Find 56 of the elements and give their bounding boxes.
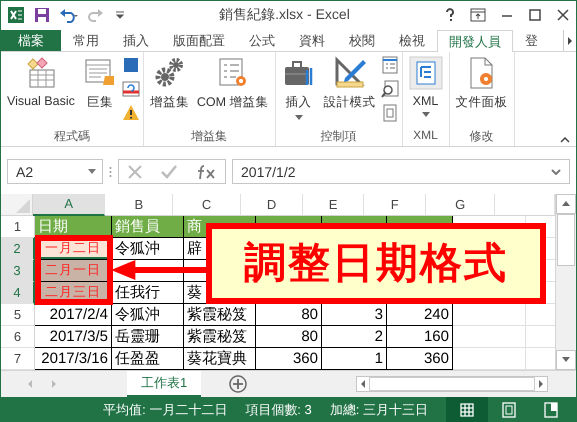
ribbon-button[interactable]: 巨集 [80, 54, 120, 114]
ribbon-button[interactable]: 增益集 [146, 54, 192, 114]
ribbon-tab[interactable]: 資料 [287, 30, 337, 52]
table-cell: 2017/3/5 [35, 326, 112, 348]
table-cell: 80 [256, 326, 322, 348]
status-text: 加總: 三月十三日 [330, 400, 428, 419]
column-header[interactable]: A [33, 194, 106, 216]
row-header[interactable]: 4 [1, 282, 35, 304]
group-label: 增益集 [190, 128, 228, 146]
table-cell: 令狐沖 [112, 304, 184, 326]
table-cell: 2 [322, 326, 387, 348]
table-cell: 160 [387, 326, 453, 348]
ribbon-tab[interactable]: 常用 [61, 30, 111, 52]
column-header[interactable]: D [240, 194, 304, 216]
table-cell: 2017/2/4 [35, 304, 112, 326]
row-header[interactable]: 6 [1, 326, 35, 348]
row-header[interactable]: 2 [1, 238, 35, 260]
row-header[interactable]: 5 [1, 304, 35, 326]
ribbon-tab[interactable]: 開發人員 [437, 30, 513, 52]
group-label: 程式碼 [52, 128, 91, 146]
ribbon-button[interactable]: 文件面板 [452, 54, 510, 114]
row-header[interactable]: 1 [1, 216, 35, 238]
name-box[interactable]: A2 [7, 159, 103, 184]
window-title: 銷售紀錄.xlsx - Excel [218, 6, 351, 24]
table-cell: 任我行 [112, 282, 184, 304]
ribbon-button[interactable]: 設計模式 [320, 54, 378, 114]
column-header[interactable]: E [303, 194, 364, 216]
ribbon-button[interactable]: Visual Basic [4, 54, 78, 110]
sheet-tab[interactable]: 工作表1 [127, 370, 202, 398]
ribbon-tab[interactable]: 版面配置 [161, 30, 237, 52]
ribbon-button[interactable]: COM 增益集 [194, 54, 272, 114]
column-header[interactable]: B [105, 194, 174, 216]
ribbon-tab[interactable]: 校閱 [337, 30, 387, 52]
ribbon-tab[interactable]: 檢視 [387, 30, 437, 52]
group-label: 修改 [468, 128, 494, 146]
table-cell: 紫霞秘笈 [184, 326, 256, 348]
ribbon-tab[interactable]: 檔案 [1, 30, 61, 52]
ribbon-tab[interactable]: 插入 [111, 30, 161, 52]
ribbon-tab[interactable]: 登 [513, 30, 550, 52]
row-header[interactable]: 7 [1, 348, 35, 370]
column-header[interactable]: F [364, 194, 426, 216]
group-label: 控制項 [320, 128, 358, 146]
ribbon-button[interactable]: XML [406, 54, 446, 120]
ribbon-button[interactable]: 插入 [278, 54, 318, 122]
ribbon-tab[interactable]: 公式 [237, 30, 287, 52]
status-text: 項目個數: 3 [245, 400, 312, 419]
formula-field[interactable]: 2017/1/2 [232, 159, 570, 184]
table-cell: 令狐沖 [112, 238, 184, 260]
table-cell: 銷售員 [112, 216, 184, 238]
column-header[interactable]: C [173, 194, 241, 216]
row-header[interactable]: 3 [1, 260, 35, 282]
group-label: XML [412, 128, 439, 144]
table-cell: 岳靈珊 [112, 326, 184, 348]
status-text: 平均值: 一月二十二日 [103, 400, 228, 419]
column-header[interactable]: G [426, 194, 496, 216]
callout: 調整日期格式 [206, 222, 546, 304]
